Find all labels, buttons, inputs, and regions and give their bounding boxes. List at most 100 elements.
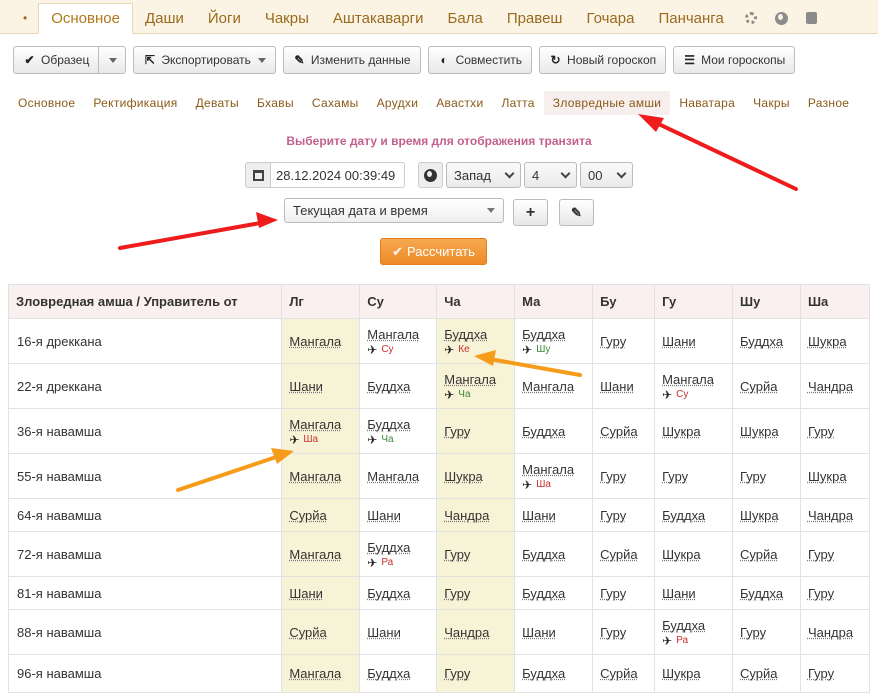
lord-link[interactable]: Гуру xyxy=(444,424,507,439)
lord-link[interactable]: Шани xyxy=(600,379,647,394)
lord-link[interactable]: Шукра xyxy=(740,508,793,523)
lord-link[interactable]: Гуру xyxy=(444,547,507,562)
sub-tab-bhavas[interactable]: Бхавы xyxy=(248,91,303,115)
lord-link[interactable]: Мангала xyxy=(289,547,352,562)
lord-link[interactable]: Буддха xyxy=(367,540,429,555)
main-nav-tab-ashtakavargas[interactable]: Аштакаварги xyxy=(321,3,436,33)
sub-tab-misc[interactable]: Разное xyxy=(799,91,858,115)
lord-link[interactable]: Чандра xyxy=(808,625,862,640)
main-nav-tab-dashas[interactable]: Даши xyxy=(133,3,196,33)
lord-link[interactable]: Шани xyxy=(662,586,725,601)
lord-link[interactable]: Гуру xyxy=(808,586,862,601)
lord-link[interactable]: Гуру xyxy=(662,469,725,484)
lord-link[interactable]: Шани xyxy=(289,586,352,601)
lord-link[interactable]: Мангала xyxy=(289,469,352,484)
my-horoscopes-button[interactable]: ☰ Мои гороскопы xyxy=(673,46,796,74)
main-nav-tab-chakras[interactable]: Чакры xyxy=(253,3,321,33)
calculate-button[interactable]: ✔ Рассчитать xyxy=(380,238,487,265)
main-nav-tab-pravesh[interactable]: Правеш xyxy=(495,3,575,33)
main-nav-tab-basic[interactable]: Основное xyxy=(38,3,133,34)
lord-link[interactable]: Сурйа xyxy=(289,625,352,640)
edit-data-button[interactable]: ✎ Изменить данные xyxy=(282,46,421,74)
lord-link[interactable]: Буддха xyxy=(740,586,793,601)
lord-link[interactable]: Шукра xyxy=(662,547,725,562)
lord-link[interactable]: Шукра xyxy=(662,424,725,439)
lord-link[interactable]: Чандра xyxy=(808,508,862,523)
calendar-button[interactable] xyxy=(245,162,270,188)
sub-tab-latta[interactable]: Латта xyxy=(492,91,543,115)
main-nav-tab-yogas[interactable]: Йоги xyxy=(196,3,253,33)
add-button[interactable]: + xyxy=(513,199,548,226)
lord-link[interactable]: Мангала xyxy=(367,469,429,484)
lord-link[interactable]: Чандра xyxy=(808,379,862,394)
lord-link[interactable]: Буддха xyxy=(367,666,429,681)
sub-tab-rectification[interactable]: Ректификация xyxy=(84,91,186,115)
sub-tab-arudhas[interactable]: Арудхи xyxy=(368,91,428,115)
lord-link[interactable]: Гуру xyxy=(808,666,862,681)
lord-link[interactable]: Шукра xyxy=(662,666,725,681)
sample-button[interactable]: ✔ Образец xyxy=(13,46,100,74)
lord-link[interactable]: Шукра xyxy=(808,469,862,484)
lord-link[interactable]: Сурйа xyxy=(289,508,352,523)
lord-link[interactable]: Буддха xyxy=(662,508,725,523)
lord-link[interactable]: Мангала xyxy=(662,372,725,387)
settings-tab[interactable] xyxy=(736,3,766,33)
lord-link[interactable]: Буддха xyxy=(522,666,585,681)
lord-link[interactable]: Буддха xyxy=(444,327,507,342)
globe-tab[interactable] xyxy=(766,3,797,33)
lord-link[interactable]: Шани xyxy=(367,508,429,523)
lord-link[interactable]: Гуру xyxy=(600,508,647,523)
sub-tab-avasthas[interactable]: Авастхи xyxy=(427,91,492,115)
lord-link[interactable]: Шани xyxy=(522,625,585,640)
lord-link[interactable]: Гуру xyxy=(740,469,793,484)
lord-link[interactable]: Сурйа xyxy=(600,424,647,439)
lord-link[interactable]: Гуру xyxy=(600,586,647,601)
lord-link[interactable]: Мангала xyxy=(289,334,352,349)
lord-link[interactable]: Гуру xyxy=(444,586,507,601)
lord-link[interactable]: Сурйа xyxy=(740,666,793,681)
lord-link[interactable]: Буддха xyxy=(522,327,585,342)
lord-link[interactable]: Мангала xyxy=(289,417,352,432)
main-nav-tab-gochara[interactable]: Гочара xyxy=(574,3,646,33)
lord-link[interactable]: Гуру xyxy=(808,547,862,562)
main-nav-tab-bala[interactable]: Бала xyxy=(436,3,495,33)
lord-link[interactable]: Шани xyxy=(289,379,352,394)
lord-link[interactable]: Сурйа xyxy=(740,379,793,394)
book-tab[interactable] xyxy=(797,3,826,33)
lord-link[interactable]: Буддха xyxy=(662,618,725,633)
lord-link[interactable]: Мангала xyxy=(289,666,352,681)
lord-link[interactable]: Мангала xyxy=(522,379,585,394)
sub-tab-sahamas[interactable]: Сахамы xyxy=(303,91,368,115)
lord-link[interactable]: Буддха xyxy=(740,334,793,349)
main-nav-tab-panchanga[interactable]: Панчанга xyxy=(646,3,735,33)
lord-link[interactable]: Сурйа xyxy=(600,547,647,562)
sub-tab-navatara[interactable]: Наватара xyxy=(670,91,744,115)
lord-link[interactable]: Шани xyxy=(522,508,585,523)
lord-link[interactable]: Буддха xyxy=(522,424,585,439)
lord-link[interactable]: Гуру xyxy=(600,625,647,640)
lord-link[interactable]: Шани xyxy=(367,625,429,640)
lord-link[interactable]: Буддха xyxy=(367,379,429,394)
datetime-field[interactable]: 28.12.2024 00:39:49 xyxy=(270,162,405,188)
sample-dropdown-toggle[interactable] xyxy=(99,46,127,74)
lord-link[interactable]: Гуру xyxy=(444,666,507,681)
lord-link[interactable]: Шани xyxy=(662,334,725,349)
main-nav-tab-dot[interactable]: • xyxy=(12,3,38,33)
lord-link[interactable]: Шукра xyxy=(444,469,507,484)
lord-link[interactable]: Буддха xyxy=(522,547,585,562)
lord-link[interactable]: Буддха xyxy=(367,417,429,432)
edit-button[interactable]: ✎ xyxy=(559,199,594,226)
lord-link[interactable]: Гуру xyxy=(600,469,647,484)
export-button[interactable]: ⇱ Экспортировать xyxy=(133,46,276,74)
sub-tab-basic[interactable]: Основное xyxy=(9,91,84,115)
lord-link[interactable]: Гуру xyxy=(600,334,647,349)
lord-link[interactable]: Мангала xyxy=(367,327,429,342)
lord-link[interactable]: Шукра xyxy=(808,334,862,349)
sub-tab-chakras[interactable]: Чакры xyxy=(744,91,799,115)
lord-link[interactable]: Буддха xyxy=(367,586,429,601)
lord-link[interactable]: Буддха xyxy=(522,586,585,601)
lord-link[interactable]: Гуру xyxy=(808,424,862,439)
mode-select[interactable]: Текущая дата и время xyxy=(284,198,504,223)
combine-button[interactable]: ◐ Совместить xyxy=(427,46,533,74)
hours-select[interactable]: 4 xyxy=(524,162,577,188)
